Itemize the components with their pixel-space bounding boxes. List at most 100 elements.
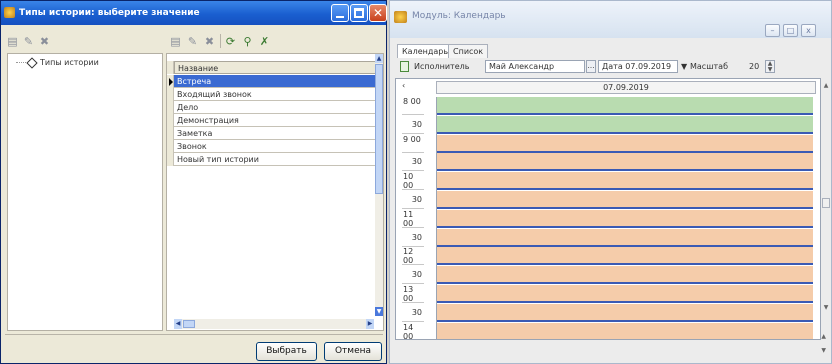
scroll-down-icon[interactable]: ▼ — [822, 304, 830, 311]
row-indicator — [167, 140, 174, 153]
day-header: 07.09.2019 — [436, 81, 816, 94]
executor-lookup-button[interactable]: … — [586, 60, 596, 73]
row-indicator — [167, 61, 174, 74]
time-slots[interactable] — [436, 97, 813, 339]
add-icon[interactable]: ▤ — [169, 35, 182, 48]
spin-up-icon[interactable]: ▲ — [821, 333, 826, 340]
select-button[interactable]: Выбрать — [256, 342, 317, 361]
delete-icon[interactable]: ✖ — [203, 35, 216, 48]
scroll-left-icon[interactable]: ◀ — [174, 319, 182, 329]
row-indicator — [167, 114, 174, 127]
diamond-icon — [26, 56, 38, 69]
grid-vertical-scrollbar[interactable]: ▲ ▼ — [375, 54, 383, 316]
schedule-vertical-scrollbar[interactable]: ▲ ▼ — [822, 78, 830, 340]
scroll-up-icon[interactable]: ▲ — [375, 54, 383, 63]
hour-label: 9 00 — [402, 135, 424, 153]
minimize-button[interactable] — [331, 4, 349, 22]
date-field[interactable]: Дата 07.09.2019 — [598, 60, 678, 73]
filter-icon[interactable]: ⚲ — [241, 35, 254, 48]
delete-icon[interactable]: ✖ — [38, 35, 51, 48]
grid-row[interactable]: Встреча — [174, 75, 377, 88]
hour-label: 13 00 — [402, 285, 424, 303]
row-indicator — [167, 153, 174, 166]
app-icon — [4, 7, 15, 18]
edit-icon[interactable]: ✎ — [22, 35, 35, 48]
hour-label: 8 00 — [402, 97, 424, 115]
scroll-up-icon[interactable]: ▲ — [822, 82, 830, 89]
calendar-footer: ▲ ▼ — [395, 333, 830, 361]
edit-icon[interactable]: ✎ — [186, 35, 199, 48]
grid-row[interactable]: Демонстрация — [174, 114, 377, 127]
time-slot-busy[interactable] — [437, 172, 813, 191]
date-value: 07.09.2019 — [625, 62, 672, 71]
grid-row[interactable]: Заметка — [174, 127, 377, 140]
half-hour-label: 30 — [402, 304, 424, 322]
grid-row[interactable]: Звонок — [174, 140, 377, 153]
scroll-right-icon[interactable]: ▶ — [366, 319, 374, 329]
spin-down-icon[interactable]: ▼ — [821, 347, 826, 354]
cancel-button[interactable]: Отмена — [324, 342, 382, 361]
grid-row[interactable]: Входящий звонок — [174, 88, 377, 101]
close-button[interactable]: x — [801, 24, 816, 37]
minimize-icon — [336, 16, 344, 18]
grid-header-name[interactable]: Название — [174, 61, 377, 74]
scale-value[interactable]: 20 — [749, 62, 759, 71]
maximize-icon — [354, 8, 364, 18]
calendar-toolbar: Исполнитель Май Александр … Дата 07.09.2… — [395, 60, 830, 75]
add-icon[interactable]: ▤ — [6, 35, 19, 48]
type-select-dialog: Типы истории: выберите значение ✕ ▤ ✎ ✖ … — [0, 0, 387, 364]
close-button[interactable]: ✕ — [369, 4, 387, 22]
toolbar-separator — [220, 34, 221, 48]
schedule-scroll-left-icon[interactable]: ‹ — [402, 81, 432, 94]
scale-label: Масштаб — [690, 62, 729, 71]
scroll-down-icon[interactable]: ▼ — [375, 307, 383, 316]
executor-field[interactable]: Май Александр — [485, 60, 585, 73]
half-hour-label: 30 — [402, 116, 424, 134]
time-slot-free[interactable] — [437, 97, 813, 115]
calendar-window: Модуль: Календарь – □ x Календарь Список… — [389, 0, 832, 364]
calendar-title: Модуль: Календарь — [412, 11, 506, 21]
refresh-icon[interactable]: ⟳ — [224, 35, 237, 48]
document-icon[interactable] — [400, 61, 409, 72]
half-hour-label: 30 — [402, 153, 424, 172]
tab-calendar[interactable]: Календарь — [397, 44, 454, 58]
category-tree[interactable]: Типы истории — [7, 53, 163, 331]
maximize-button[interactable] — [350, 4, 368, 22]
scroll-thumb[interactable] — [822, 198, 830, 208]
clear-filter-icon[interactable]: ✗ — [258, 35, 271, 48]
time-slot-busy[interactable] — [437, 209, 813, 228]
grid-horizontal-scrollbar[interactable]: ◀ ▶ — [174, 319, 374, 329]
time-slot-free[interactable] — [437, 115, 813, 134]
executor-label: Исполнитель — [414, 62, 470, 71]
grid-row[interactable]: Новый тип истории — [174, 153, 377, 166]
date-dropdown-icon[interactable]: ▼ — [681, 62, 687, 71]
tree-item-root[interactable]: Типы истории — [16, 56, 99, 69]
row-indicator — [167, 127, 174, 140]
grid-row[interactable]: Дело — [174, 101, 377, 114]
types-grid[interactable]: Название Встреча Входящий звонок Дело Демон… — [166, 53, 384, 331]
time-slot-busy[interactable] — [437, 247, 813, 266]
time-slot-busy[interactable] — [437, 285, 813, 303]
maximize-button[interactable]: □ — [783, 24, 798, 37]
time-column: 8 00 30 9 00 30 10 00 30 11 00 30 12 00 30 13 00 30… — [402, 97, 424, 339]
time-slot-busy[interactable] — [437, 228, 813, 247]
time-slot-busy[interactable] — [437, 191, 813, 209]
hour-label: 12 00 — [402, 247, 424, 266]
dialog-title-bar[interactable]: Типы истории: выберите значение ✕ — [1, 1, 387, 25]
time-slot-busy[interactable] — [437, 153, 813, 172]
scale-spinner[interactable]: ▲ ▼ — [765, 60, 775, 73]
hour-label: 10 00 — [402, 172, 424, 191]
half-hour-label: 30 — [402, 191, 424, 209]
time-slot-busy[interactable] — [437, 266, 813, 285]
row-indicator — [167, 101, 174, 114]
scroll-thumb[interactable] — [183, 320, 195, 328]
time-slot-busy[interactable] — [437, 134, 813, 153]
time-slot-busy[interactable] — [437, 322, 813, 339]
half-hour-label: 30 — [402, 266, 424, 285]
tree-item-label: Типы истории — [40, 58, 99, 67]
day-schedule[interactable]: ‹ 07.09.2019 8 00 30 9 00 30 10 00 30 11 00 30 1… — [395, 78, 821, 340]
time-slot-busy[interactable] — [437, 303, 813, 322]
scroll-thumb[interactable] — [375, 64, 383, 194]
minimize-button[interactable]: – — [765, 24, 780, 37]
tab-list[interactable]: Список — [448, 44, 489, 58]
